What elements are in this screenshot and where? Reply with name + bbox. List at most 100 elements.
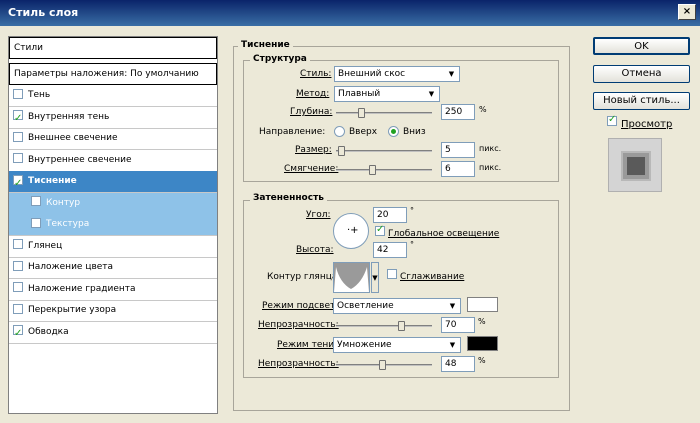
style-item-label: Внутренняя тень <box>28 111 110 122</box>
style-item-2[interactable]: Внутренняя тень <box>9 107 217 129</box>
window-title: Стиль слоя <box>8 6 79 19</box>
shadow-opacity-input[interactable]: 48 <box>441 356 475 372</box>
style-item-4[interactable]: Внутреннее свечение <box>9 150 217 172</box>
slider-thumb[interactable] <box>369 165 376 175</box>
highlight-mode-select[interactable]: Осветление ▼ <box>333 298 461 314</box>
style-item-8[interactable]: Глянец <box>9 236 217 258</box>
checkbox-icon[interactable] <box>13 173 23 194</box>
checkbox-icon[interactable] <box>13 88 23 99</box>
checkbox-icon[interactable] <box>13 131 23 142</box>
new-style-button[interactable]: Новый стиль... <box>593 92 690 110</box>
style-item-6[interactable]: Контур <box>9 192 217 215</box>
depth-label: Глубина: <box>290 107 333 117</box>
style-select-value: Внешний скос <box>338 69 406 79</box>
highlight-opacity-label: Непрозрачность: <box>258 320 339 330</box>
soften-slider[interactable] <box>336 165 432 175</box>
style-item-label: Тиснение <box>28 176 77 186</box>
shadow-mode-select[interactable]: Умножение ▼ <box>333 337 461 353</box>
styles-list: Стили Параметры наложения: По умолчанию … <box>8 36 218 414</box>
altitude-input[interactable]: 42 <box>373 242 407 258</box>
checkbox-icon[interactable] <box>31 196 41 206</box>
cancel-button[interactable]: Отмена <box>593 65 690 83</box>
style-item-7[interactable]: Текстура <box>9 214 217 236</box>
title-bar[interactable]: Стиль слоя × <box>0 0 700 26</box>
depth-unit: % <box>479 105 487 114</box>
style-select[interactable]: Внешний скос ▼ <box>334 66 460 82</box>
checkbox-icon[interactable] <box>13 108 23 129</box>
style-item-3[interactable]: Внешнее свечение <box>9 128 217 150</box>
checkbox-icon[interactable] <box>13 239 23 249</box>
antialias-label: Сглаживание <box>400 272 465 282</box>
shadow-opacity-slider[interactable] <box>336 360 432 370</box>
close-button[interactable]: × <box>678 4 696 20</box>
highlight-opacity-slider[interactable] <box>336 321 432 331</box>
highlight-color-swatch[interactable] <box>467 297 498 312</box>
highlight-opacity-input[interactable]: 70 <box>441 317 475 333</box>
style-item-9[interactable]: Наложение цвета <box>9 257 217 279</box>
angle-label: Угол: <box>306 210 331 220</box>
size-unit: пикс. <box>479 144 502 153</box>
style-item-12[interactable]: Обводка <box>9 322 217 344</box>
slider-thumb[interactable] <box>379 360 386 370</box>
direction-label: Направление: <box>259 127 326 137</box>
global-light-label: Глобальное освещение <box>388 229 500 239</box>
chevron-down-icon: ▼ <box>449 341 456 349</box>
depth-input[interactable]: 250 <box>441 104 475 120</box>
highlight-mode-value: Осветление <box>337 301 394 311</box>
chevron-down-icon: ▼ <box>448 70 455 78</box>
method-select-value: Плавный <box>338 89 381 99</box>
highlight-opacity-unit: % <box>478 317 486 326</box>
angle-unit: ° <box>410 206 414 215</box>
style-item-label: Текстура <box>46 219 90 229</box>
blending-options-item[interactable]: Параметры наложения: По умолчанию <box>9 63 217 85</box>
chevron-down-icon: ▼ <box>449 302 456 310</box>
style-item-11[interactable]: Перекрытие узора <box>9 300 217 322</box>
style-item-label: Наложение градиента <box>28 283 136 294</box>
style-item-label: Наложение цвета <box>28 262 114 272</box>
slider-thumb[interactable] <box>358 108 365 118</box>
slider-thumb[interactable] <box>398 321 405 331</box>
style-item-label: Внешнее свечение <box>28 133 118 143</box>
style-item-5[interactable]: Тиснение <box>9 171 217 194</box>
emboss-title: Тиснение <box>238 40 293 50</box>
checkbox-icon <box>375 224 385 236</box>
ok-button[interactable]: OK <box>593 37 690 55</box>
style-item-label: Глянец <box>28 240 63 251</box>
checkbox-icon[interactable] <box>13 260 23 271</box>
styles-header[interactable]: Стили <box>9 37 217 59</box>
style-item-label: Внутреннее свечение <box>28 154 132 165</box>
slider-thumb[interactable] <box>338 146 345 156</box>
style-item-1[interactable]: Тень <box>9 85 217 107</box>
checkbox-icon[interactable] <box>13 323 23 344</box>
structure-title: Структура <box>250 54 310 64</box>
gloss-contour-picker[interactable] <box>333 262 370 293</box>
shading-title: Затененность <box>250 193 327 203</box>
crosshair-icon: ·+ <box>347 225 359 236</box>
method-label: Метод: <box>296 89 330 99</box>
shadow-mode-label: Режим тени: <box>277 340 338 350</box>
style-label: Стиль: <box>300 69 332 79</box>
checkbox-icon[interactable] <box>31 217 41 228</box>
style-item-label: Тень <box>28 90 51 100</box>
angle-input[interactable]: 20 <box>373 207 407 223</box>
preview-checkbox[interactable] <box>607 114 622 128</box>
direction-up-radio[interactable] <box>334 126 345 137</box>
depth-slider[interactable] <box>336 108 432 118</box>
size-slider[interactable] <box>336 146 432 156</box>
chevron-down-icon: ▼ <box>428 90 435 98</box>
size-label: Размер: <box>295 145 332 155</box>
soften-input[interactable]: 6 <box>441 161 475 177</box>
checkbox-icon[interactable] <box>13 153 23 163</box>
direction-down-radio[interactable] <box>388 126 399 137</box>
checkbox-icon[interactable] <box>13 303 23 314</box>
contour-dropdown-icon[interactable]: ▼ <box>371 262 379 293</box>
checkbox-icon[interactable] <box>13 282 23 292</box>
shadow-color-swatch[interactable] <box>467 336 498 351</box>
angle-dial[interactable]: ·+ <box>333 213 369 249</box>
size-input[interactable]: 5 <box>441 142 475 158</box>
style-item-10[interactable]: Наложение градиента <box>9 279 217 301</box>
soften-label: Смягчение: <box>284 164 339 174</box>
altitude-unit: ° <box>410 240 414 249</box>
method-select[interactable]: Плавный ▼ <box>334 86 440 102</box>
style-item-label: Обводка <box>28 326 69 337</box>
